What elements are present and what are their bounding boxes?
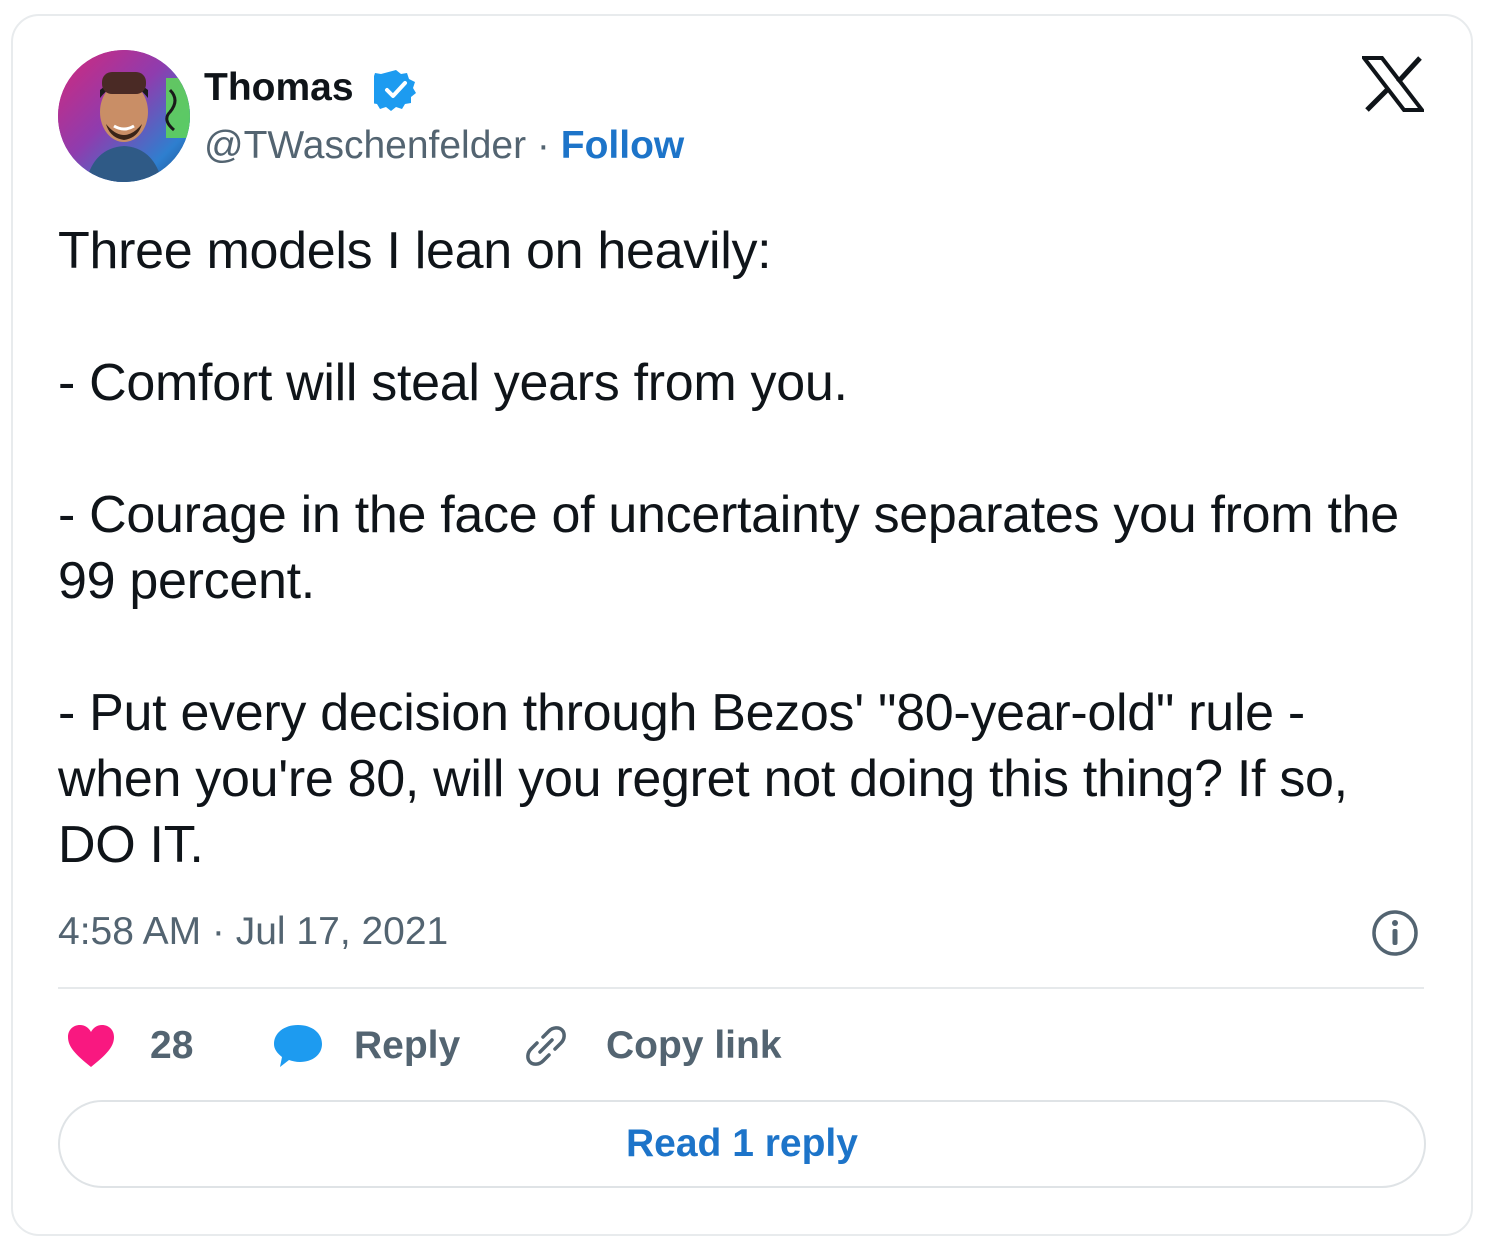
x-logo-icon[interactable]: [1362, 56, 1424, 112]
copy-link-label: Copy link: [606, 1024, 782, 1067]
author-handle[interactable]: @TWaschenfelder: [204, 124, 526, 167]
author-name[interactable]: Thomas: [204, 64, 354, 112]
heart-icon: [68, 1025, 114, 1067]
reply-label: Reply: [354, 1024, 461, 1067]
avatar-photo: [58, 50, 190, 182]
tweet-text: Three models I lean on heavily: - Comfor…: [58, 222, 1399, 874]
handle-separator: ·: [526, 124, 561, 167]
tweet-timestamp[interactable]: 4:58 AM · Jul 17, 2021: [58, 908, 448, 956]
info-icon[interactable]: [1370, 908, 1420, 958]
link-icon: [526, 1026, 566, 1066]
read-replies-label: Read 1 reply: [626, 1122, 858, 1165]
reply-button[interactable]: Reply: [272, 1018, 460, 1074]
divider: [58, 987, 1424, 989]
like-count: 28: [150, 1024, 194, 1067]
author-avatar[interactable]: [58, 50, 190, 182]
follow-button[interactable]: Follow: [561, 124, 684, 167]
author-handle-line: @TWaschenfelder · Follow: [204, 122, 684, 170]
read-replies-button[interactable]: Read 1 reply: [58, 1100, 1426, 1188]
copy-link-button[interactable]: Copy link: [522, 1018, 782, 1074]
like-button[interactable]: 28: [66, 1018, 193, 1074]
speech-bubble-icon: [274, 1025, 322, 1067]
verified-badge-icon: [374, 70, 416, 111]
